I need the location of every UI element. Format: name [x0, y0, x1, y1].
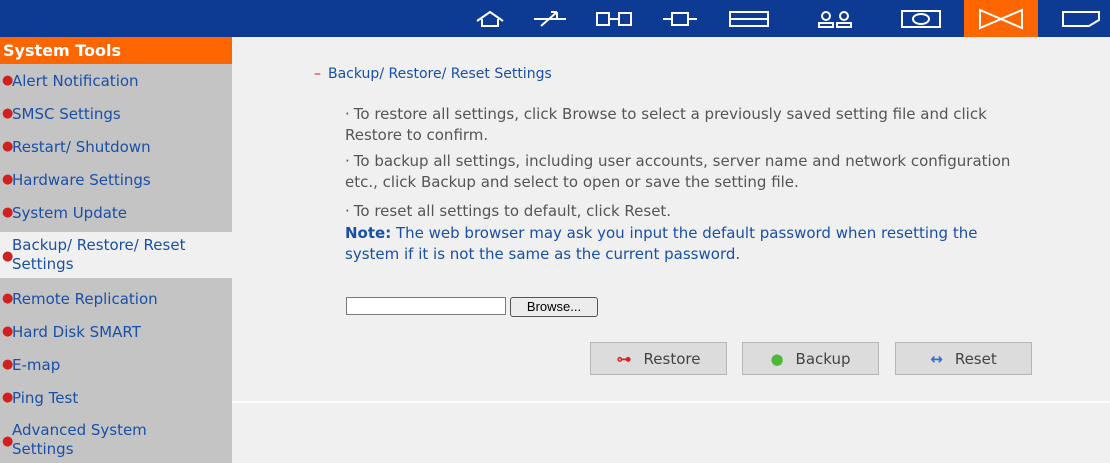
sidebar-item-label: Remote Replication	[12, 290, 158, 308]
backup-icon: ●	[770, 349, 784, 368]
sidebar-item-ping-test[interactable]: ● Ping Test	[0, 386, 232, 412]
instruction-restore: · To restore all settings, click Browse t…	[345, 104, 1025, 146]
sidebar-item-label: SMSC Settings	[12, 105, 121, 123]
sidebar-item-restart-shutdown[interactable]: ● Restart/ Shutdown	[0, 135, 232, 161]
instruction-reset: · To reset all settings to default, click…	[345, 201, 1025, 222]
sidebar-item-remote-replication[interactable]: ● Remote Replication	[0, 287, 232, 313]
restore-label: Restore	[643, 349, 701, 368]
page-title-text: Backup/ Restore/ Reset Settings	[328, 66, 552, 82]
disk-icon[interactable]	[718, 0, 780, 37]
users-icon[interactable]	[808, 0, 862, 37]
reset-label: Reset	[954, 349, 997, 368]
sidebar: System Tools ● Alert Notification ● SMSC…	[0, 37, 232, 463]
sidebar-item-alert-notification[interactable]: ● Alert Notification	[0, 69, 232, 95]
home-icon[interactable]	[466, 0, 514, 37]
instruction-text: To restore all settings, click Browse to…	[345, 105, 987, 144]
note-text: The web browser may ask you input the de…	[345, 224, 978, 263]
instruction-text: To backup all settings, including user a…	[345, 152, 1011, 191]
sidebar-item-hardware-settings[interactable]: ● Hardware Settings	[0, 168, 232, 194]
dot-icon: ·	[345, 202, 350, 220]
sidebar-item-label: Hardware Settings	[12, 171, 151, 189]
note-label: Note:	[345, 224, 392, 242]
dash-icon: –	[314, 66, 321, 82]
sidebar-item-label: Advanced System Settings	[12, 421, 147, 458]
note: Note: The web browser may ask you input …	[345, 223, 1025, 265]
top-navigation-bar	[0, 0, 1110, 37]
sidebar-item-label: Alert Notification	[12, 72, 139, 90]
sidebar-item-label: Backup/ Restore/ Reset Settings	[12, 236, 186, 273]
sidebar-item-label: Ping Test	[12, 389, 79, 407]
system-tools-icon[interactable]	[964, 0, 1038, 37]
sidebar-item-label: Restart/ Shutdown	[12, 138, 151, 156]
sidebar-item-backup-restore-reset[interactable]: ● Backup/ Restore/ Reset Settings	[0, 232, 232, 278]
sidebar-item-label: Hard Disk SMART	[12, 323, 141, 341]
restore-button[interactable]: ⊶ Restore	[590, 342, 727, 375]
sidebar-title: System Tools	[0, 37, 232, 64]
divider	[232, 401, 1110, 403]
restore-icon: ⊶	[616, 349, 632, 368]
sidebar-item-smsc-settings[interactable]: ● SMSC Settings	[0, 102, 232, 128]
backup-button[interactable]: ● Backup	[742, 342, 879, 375]
reset-icon: ↔	[930, 349, 943, 368]
instruction-text: To reset all settings to default, click …	[353, 202, 672, 220]
sidebar-item-label: System Update	[12, 204, 128, 222]
quick-config-icon[interactable]	[524, 0, 576, 37]
backup-label: Backup	[795, 349, 851, 368]
instruction-backup: · To backup all settings, including user …	[345, 151, 1025, 193]
network-icon[interactable]	[586, 0, 642, 37]
sidebar-item-e-map[interactable]: ● E-map	[0, 353, 232, 379]
browse-button[interactable]: Browse...	[510, 297, 598, 317]
dot-icon: ·	[345, 152, 350, 170]
sidebar-item-hard-disk-smart[interactable]: ● Hard Disk SMART	[0, 320, 232, 346]
reset-button[interactable]: ↔ Reset	[895, 342, 1032, 375]
dot-icon: ·	[345, 105, 350, 123]
logs-icon[interactable]	[1052, 0, 1110, 37]
device-icon[interactable]	[652, 0, 708, 37]
sidebar-item-system-update[interactable]: ● System Update	[0, 201, 232, 227]
share-icon[interactable]	[890, 0, 952, 37]
sidebar-item-advanced-system-settings[interactable]: ● Advanced System Settings	[0, 417, 232, 463]
sidebar-item-label: E-map	[12, 356, 61, 374]
main-panel: – Backup/ Restore/ Reset Settings · To re…	[232, 37, 1110, 463]
page-title: – Backup/ Restore/ Reset Settings	[314, 66, 552, 82]
file-path-input[interactable]	[346, 297, 506, 315]
